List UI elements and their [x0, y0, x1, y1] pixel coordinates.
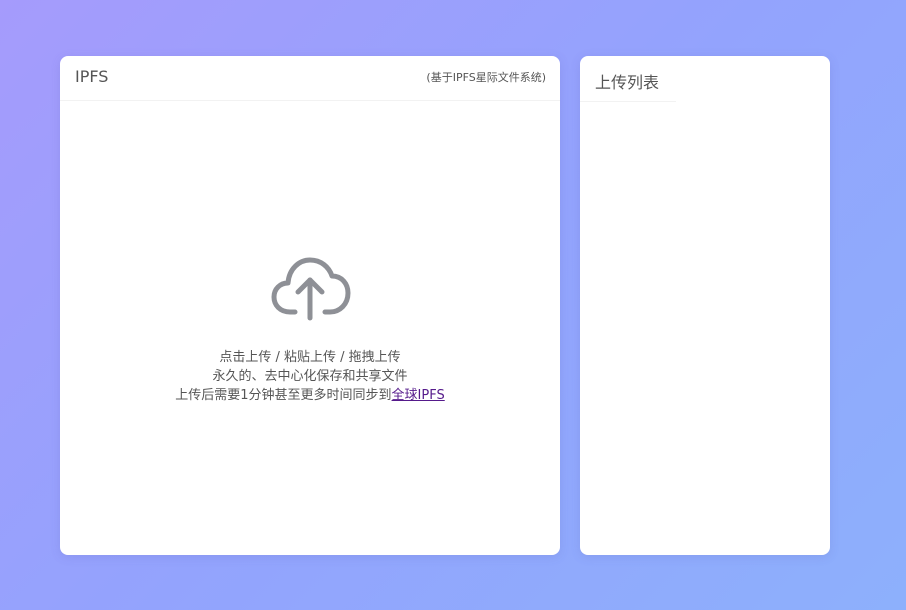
upload-hint: 点击上传 / 粘贴上传 / 拖拽上传 永久的、去中心化保存和共享文件 上传后需要…: [60, 348, 560, 405]
cloud-upload-icon: [271, 257, 351, 321]
upload-panel-title: IPFS: [75, 67, 109, 86]
upload-panel: IPFS (基于IPFS星际文件系统) 点击上传 / 粘贴上传 / 拖拽上传 永…: [60, 56, 560, 555]
upload-panel-header: IPFS (基于IPFS星际文件系统): [60, 56, 560, 101]
upload-list-panel: 上传列表: [580, 56, 830, 555]
upload-hint-methods: 点击上传 / 粘贴上传 / 拖拽上传: [219, 350, 401, 365]
upload-hint-sync-text: 上传后需要1分钟甚至更多时间同步到: [175, 388, 392, 403]
upload-list-header: 上传列表: [580, 56, 676, 102]
upload-dropzone[interactable]: 点击上传 / 粘贴上传 / 拖拽上传 永久的、去中心化保存和共享文件 上传后需要…: [60, 256, 560, 405]
upload-panel-subtitle: (基于IPFS星际文件系统): [426, 71, 546, 84]
upload-hint-sync: 上传后需要1分钟甚至更多时间同步到全球IPFS: [60, 386, 560, 405]
upload-list-title: 上传列表: [595, 73, 660, 92]
upload-hint-description: 永久的、去中心化保存和共享文件: [212, 369, 408, 384]
global-ipfs-link[interactable]: 全球IPFS: [392, 388, 445, 403]
